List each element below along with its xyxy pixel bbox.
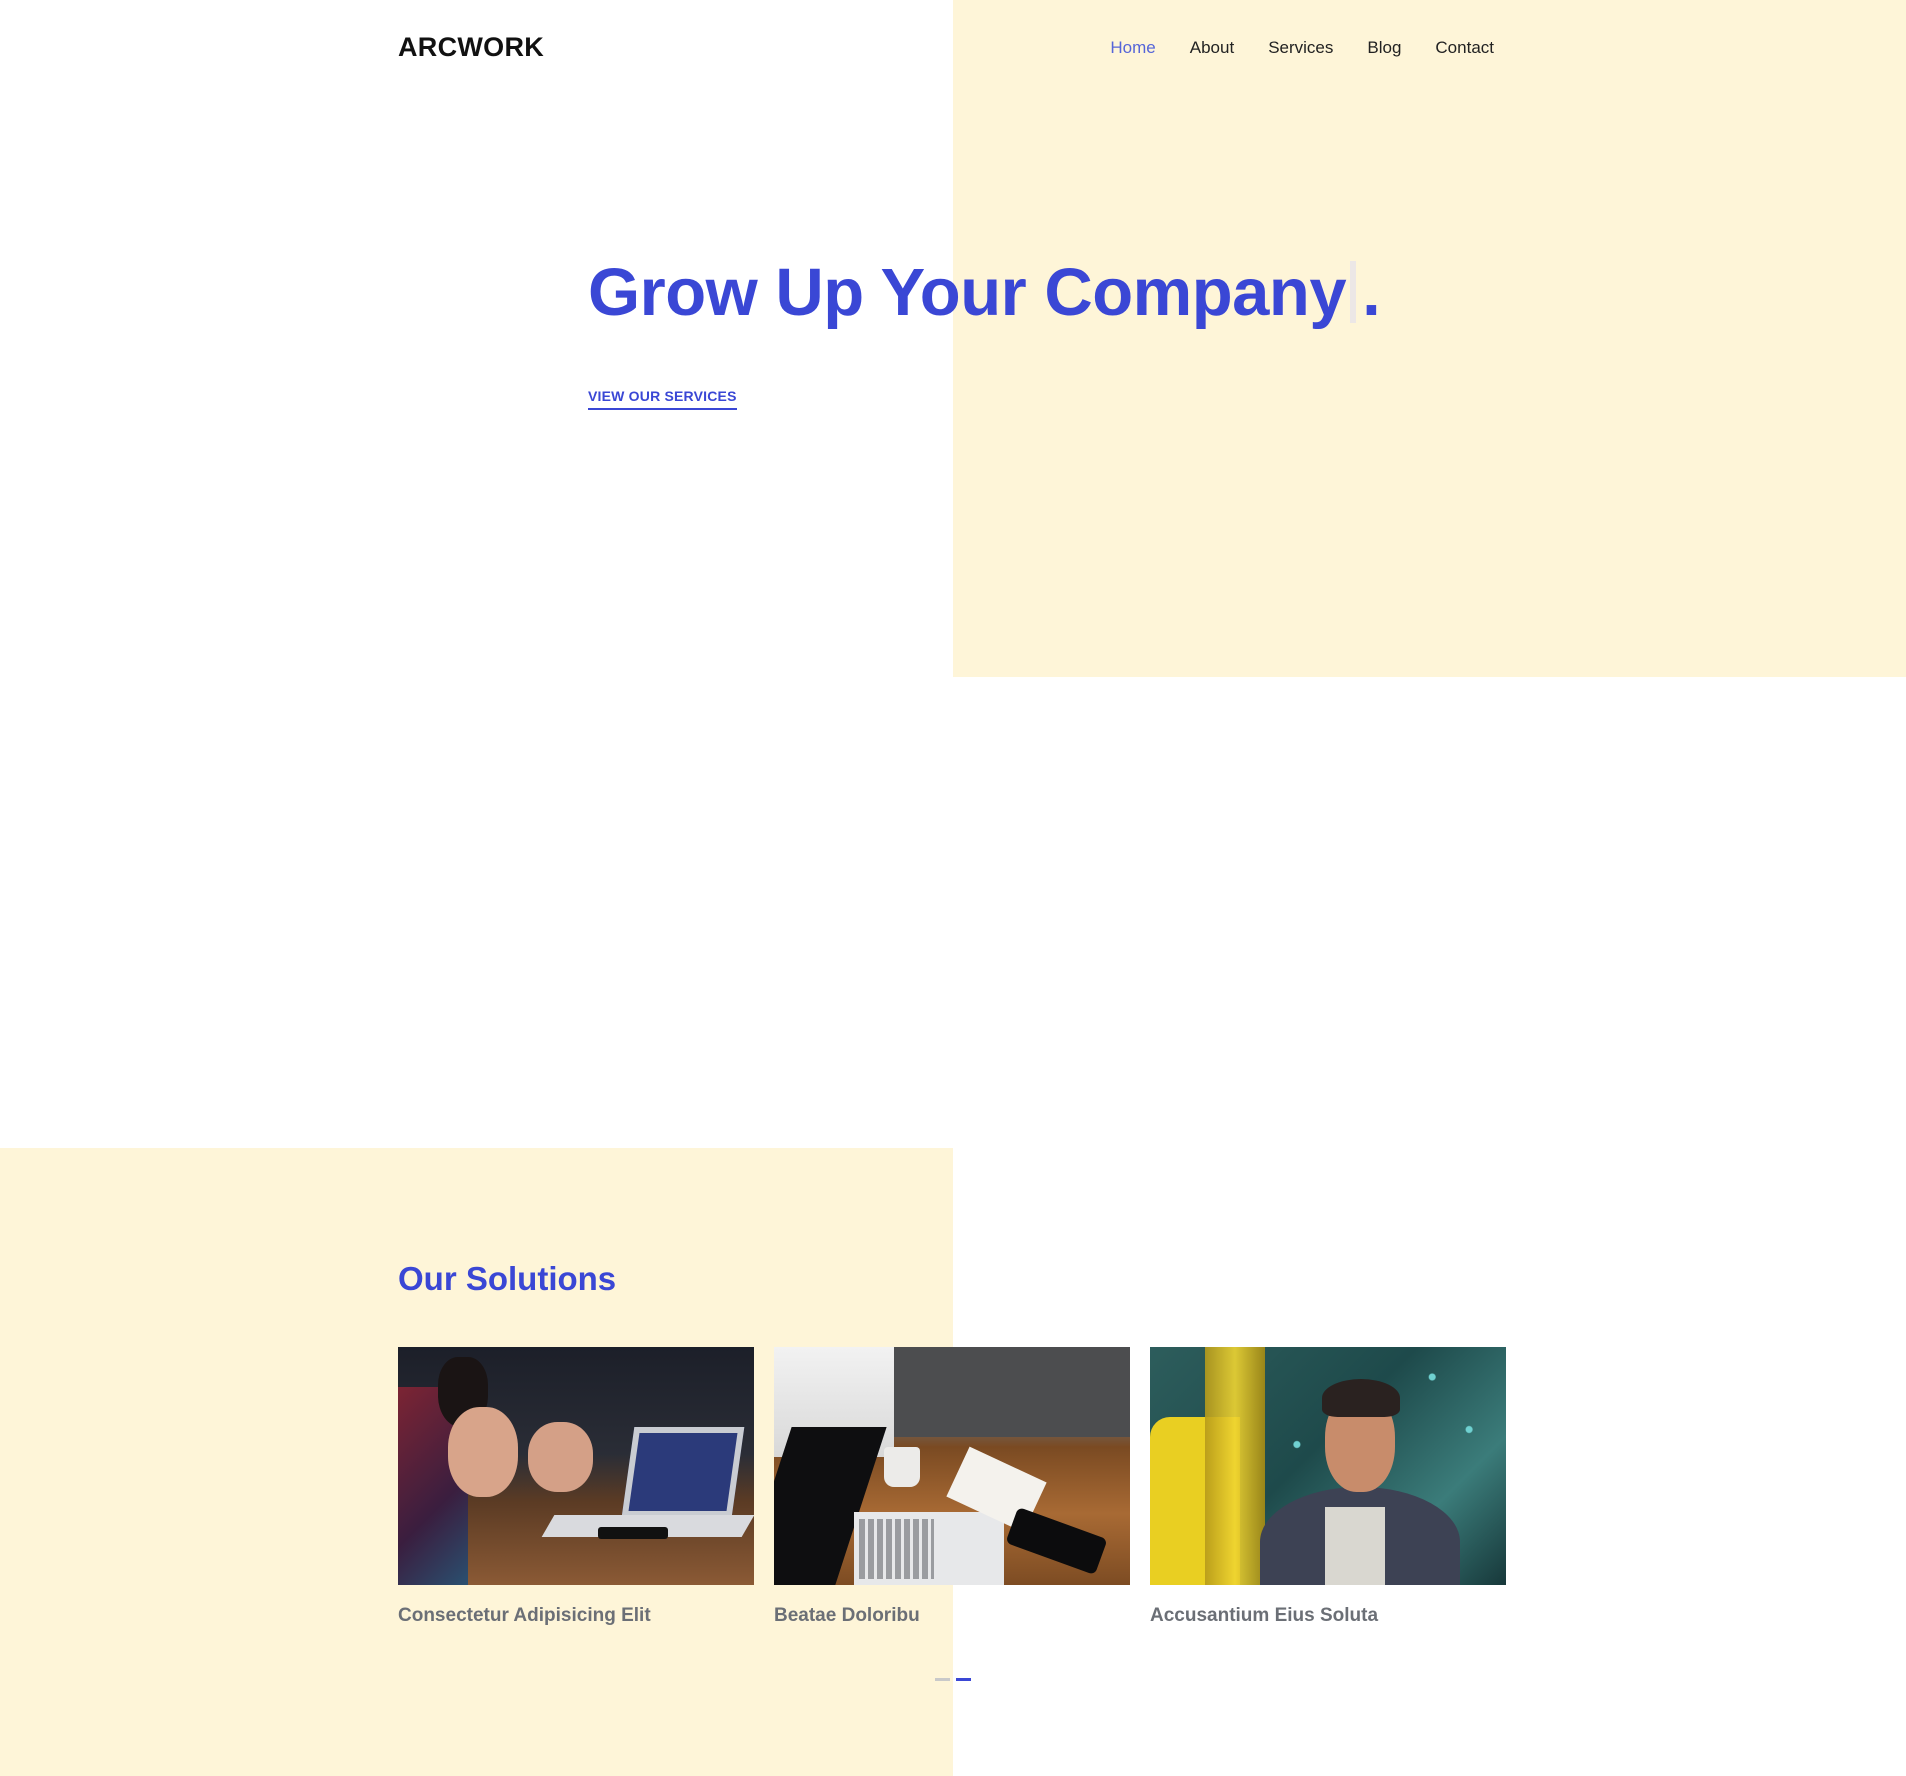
- carousel-dot-2[interactable]: [956, 1678, 971, 1681]
- nav-blog-link[interactable]: Blog: [1367, 38, 1401, 58]
- view-services-button[interactable]: VIEW OUR SERVICES: [588, 388, 737, 410]
- desk-laptop-photo[interactable]: [774, 1347, 1130, 1585]
- solution-card-caption[interactable]: Accusantium Eius Soluta: [1150, 1605, 1506, 1627]
- hero-title-text: Grow Up Your Company: [588, 255, 1347, 330]
- smiling-man-photo[interactable]: [1150, 1347, 1506, 1585]
- hero-title: Grow Up Your Company.: [588, 254, 1381, 331]
- solution-card-caption[interactable]: Consectetur Adipisicing Elit: [398, 1605, 754, 1627]
- hero-title-suffix: .: [1362, 255, 1381, 330]
- main-nav: Home About Services Blog Contact: [1076, 38, 1494, 58]
- nav-services-link[interactable]: Services: [1268, 38, 1333, 58]
- nav-about-link[interactable]: About: [1190, 38, 1234, 58]
- solution-card[interactable]: Consectetur Adipisicing Elit: [398, 1347, 754, 1627]
- solutions-carousel: Consectetur Adipisicing Elit Beatae Dolo…: [398, 1347, 1506, 1627]
- typing-cursor: [1350, 261, 1357, 323]
- solution-card[interactable]: Beatae Doloribu: [774, 1347, 1130, 1627]
- site-logo[interactable]: ARCWORK: [398, 32, 544, 63]
- carousel-dot-1[interactable]: [935, 1678, 950, 1681]
- nav-home-link[interactable]: Home: [1110, 38, 1155, 58]
- solutions-title: Our Solutions: [398, 1260, 617, 1297]
- nav-contact-link[interactable]: Contact: [1435, 38, 1494, 58]
- solution-card[interactable]: Accusantium Eius Soluta: [1150, 1347, 1506, 1627]
- carousel-pager: [935, 1678, 971, 1681]
- meeting-laptop-photo[interactable]: [398, 1347, 754, 1585]
- hero-background-block: [953, 0, 1906, 677]
- solution-card-caption[interactable]: Beatae Doloribu: [774, 1605, 1130, 1627]
